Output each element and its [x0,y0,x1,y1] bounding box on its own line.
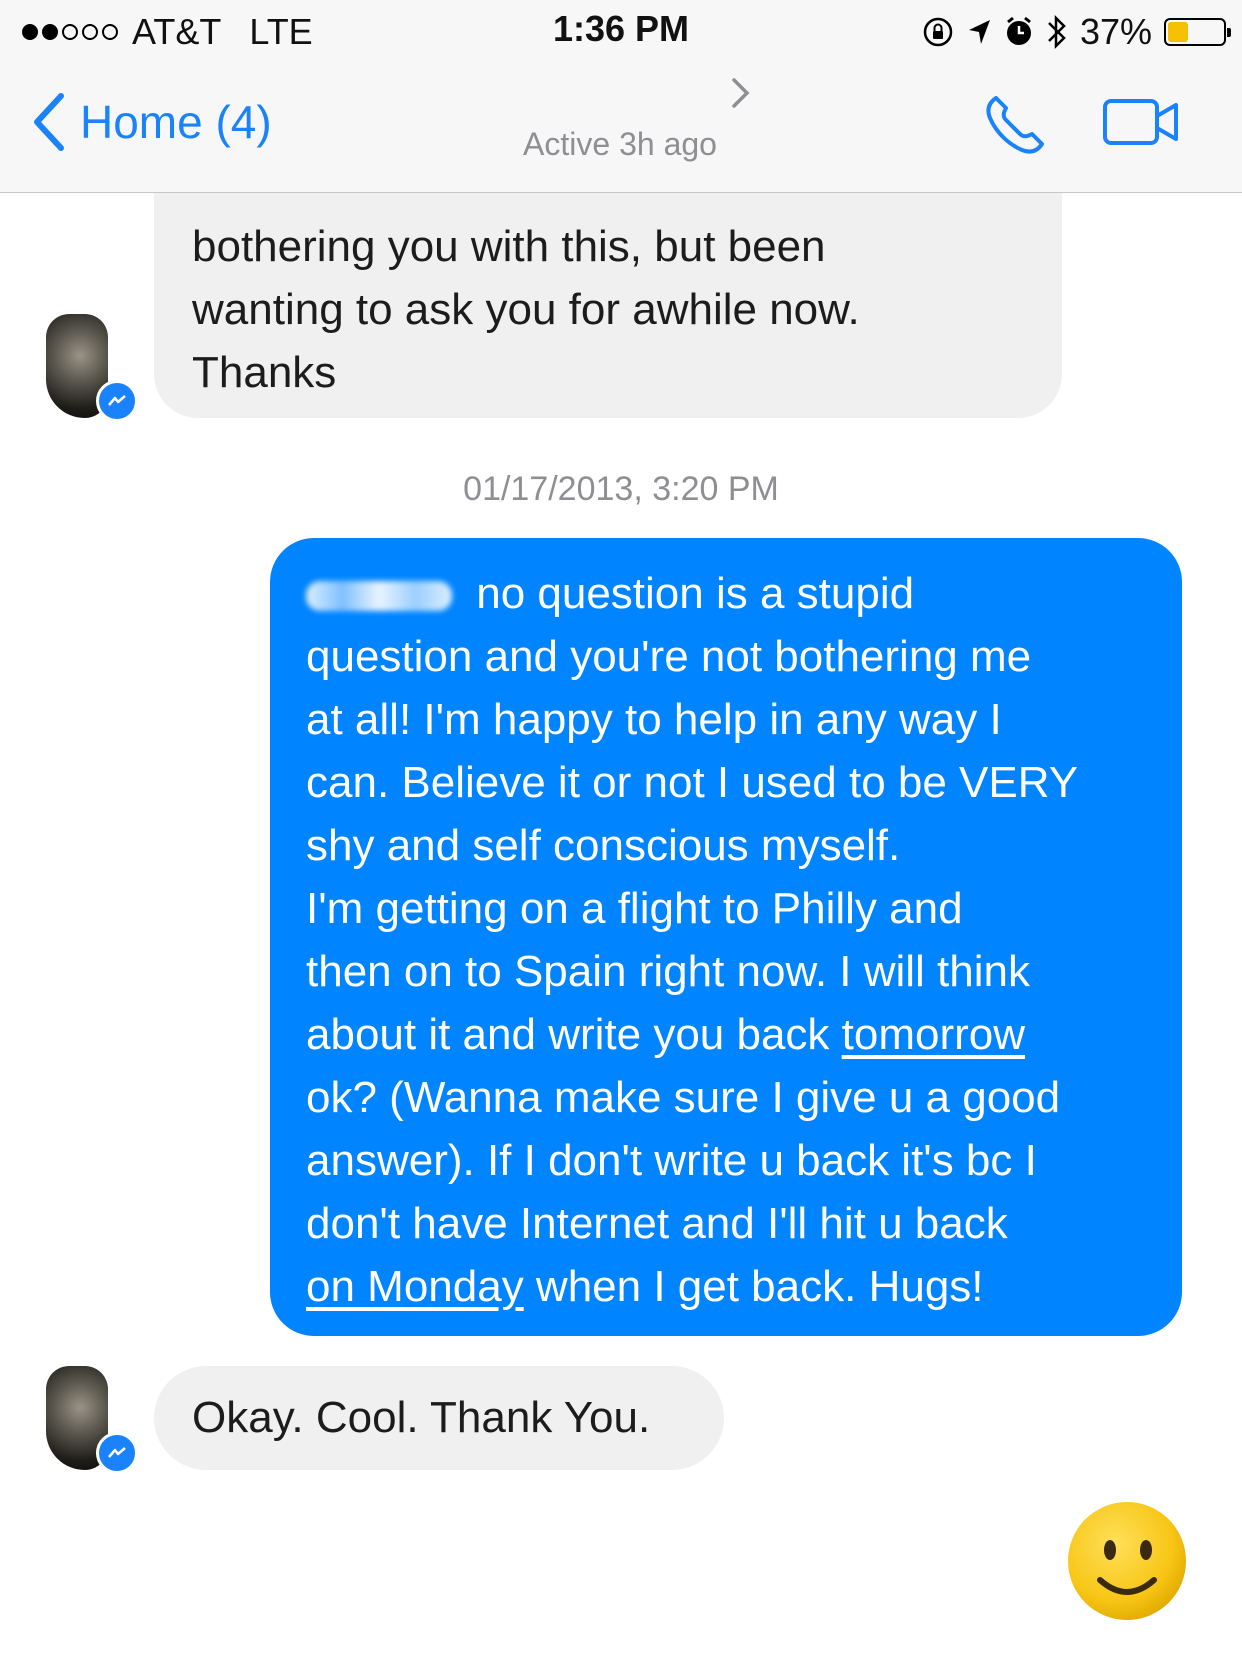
message-line: Okay. Cool. Thank You. [192,1393,651,1442]
video-camera-icon [1103,99,1178,145]
status-bar: AT&T LTE 1:36 PM 37% [0,0,1242,66]
chevron-right-icon[interactable] [730,76,752,110]
message-line: no question is a stupid [306,562,1152,625]
contact-avatar[interactable] [46,314,138,422]
voice-call-button[interactable] [982,92,1048,163]
message-line: shy and self conscious myself. [306,821,901,870]
incoming-message-bubble[interactable]: Okay. Cool. Thank You. [154,1366,724,1470]
message-line: then on to Spain right now. I will think [306,947,1030,996]
message-line: bothering you with this, but been [192,222,826,271]
message-line: I'm getting on a flight to Philly and [306,884,963,933]
message-line: at all! I'm happy to help in any way I [306,695,1002,744]
battery-level-fill [1168,22,1188,42]
outgoing-message-bubble[interactable]: no question is a stupid question and you… [270,538,1182,1336]
smiley-face-icon[interactable] [1066,1500,1188,1622]
bluetooth-icon [1046,13,1068,51]
incoming-message-bubble[interactable]: bothering you with this, but been wantin… [154,193,1062,418]
battery-icon [1164,18,1231,46]
message-line: answer). If I don't write u back it's bc… [306,1136,1037,1185]
location-arrow-icon [966,17,992,47]
message-line: Thanks [192,348,337,397]
phone-icon [986,96,1044,154]
back-button[interactable]: Home (4) [32,92,272,152]
contact-avatar[interactable] [46,1366,138,1474]
battery-percent: 37% [1079,11,1152,52]
messenger-badge-icon [96,1432,138,1474]
status-right: 37% [922,10,1231,54]
date-link-tomorrow[interactable]: tomorrow [842,1010,1025,1059]
message-line: can. Believe it or not I used to be VERY [306,758,1079,807]
conversation-header: Home (4) Active 3h ago [0,66,1242,193]
message-line: wanting to ask you for awhile now. [192,285,860,334]
message-line: about it and write you back tomorrow [306,1010,1026,1059]
orientation-lock-icon [922,16,954,48]
message-line: on Monday when I get back. Hugs! [306,1262,984,1311]
video-call-button[interactable] [1102,98,1180,151]
message-timestamp: 01/17/2013, 3:20 PM [463,470,779,508]
active-status[interactable]: Active 3h ago [480,126,760,163]
message-line: question and you're not bothering me [306,632,1032,681]
date-link-monday[interactable]: on Monday [306,1262,524,1311]
chevron-left-icon [34,93,64,151]
messenger-badge-icon [96,380,138,422]
message-line: ok? (Wanna make sure I give u a good [306,1073,1061,1122]
back-label: Home (4) [80,96,272,148]
message-line: don't have Internet and I'll hit u back [306,1199,1008,1248]
alarm-icon [1004,16,1034,48]
redacted-name [306,581,452,612]
